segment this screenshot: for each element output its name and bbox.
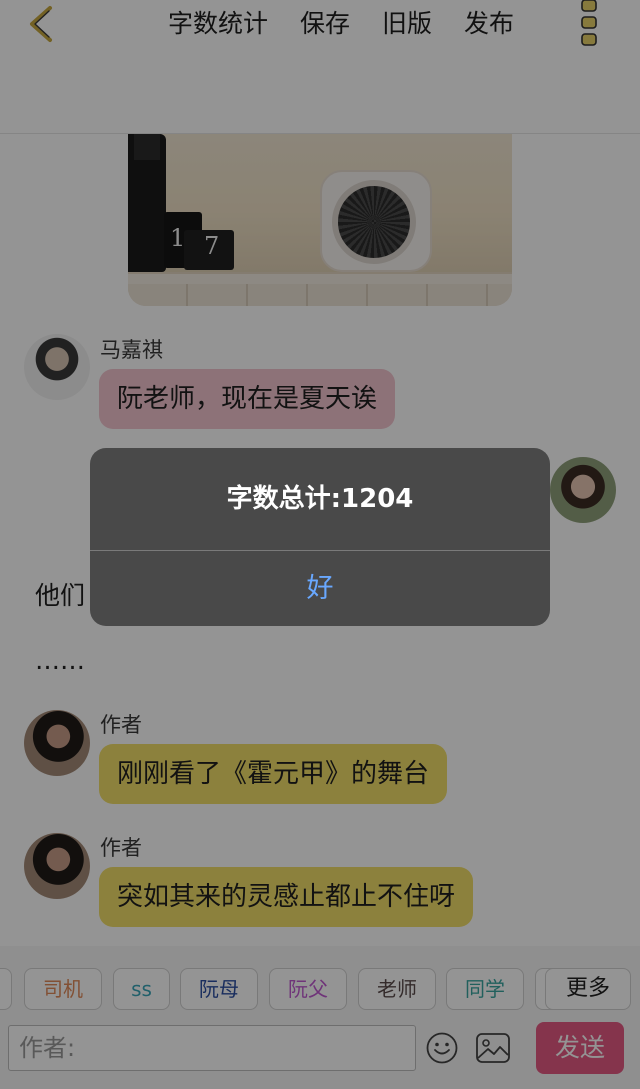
ok-button[interactable]: 好 [90, 551, 550, 626]
alert-message: 字数总计:1204 [226, 484, 414, 514]
word-count-alert: 字数总计:1204 好 [90, 448, 550, 626]
